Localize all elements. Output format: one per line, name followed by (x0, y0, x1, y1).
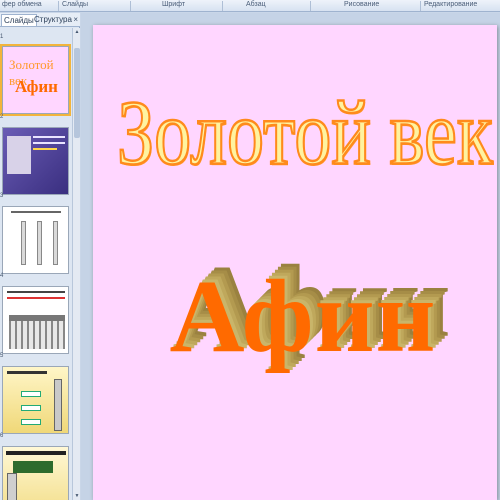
slide-thumbnail-2[interactable] (2, 127, 69, 195)
callout-box (21, 391, 41, 397)
close-icon[interactable]: × (73, 14, 78, 26)
column-image (7, 473, 17, 500)
scroll-down-icon[interactable]: ▼ (74, 493, 80, 499)
thumbnail-title-line2: Афин (15, 77, 58, 96)
tab-outline[interactable]: Структура (32, 14, 74, 26)
text-line (33, 148, 57, 150)
map-image (7, 136, 31, 174)
pane-tabs: Слайды Структура × (0, 13, 80, 27)
slide-number: 2 (0, 114, 4, 120)
ribbon-label-slides: Слайды (62, 1, 89, 8)
ribbon-label-editing: Редактирование (424, 1, 478, 8)
ribbon-separator (58, 1, 59, 11)
text-line (7, 297, 65, 299)
text-line (7, 371, 47, 374)
ribbon-label-font: Шрифт (162, 1, 186, 8)
slide-title-line2[interactable]: Афин (123, 257, 483, 376)
slide-thumbnail-3[interactable] (2, 206, 69, 274)
slide-number: 4 (0, 273, 4, 279)
slide-thumbnail-5[interactable] (2, 366, 69, 434)
text-line (11, 211, 61, 213)
slides-pane: Слайды Структура × 1 Золотой век Афин 2 … (0, 13, 80, 500)
temple-image (9, 315, 65, 349)
column-image (54, 379, 62, 431)
slide-number: 1 (0, 34, 4, 40)
ribbon-separator (130, 1, 131, 11)
text-line (6, 451, 66, 455)
callout-box (21, 405, 41, 411)
scroll-up-icon[interactable]: ▲ (74, 29, 80, 35)
slide-thumbnail-1[interactable]: Золотой век Афин (0, 44, 71, 116)
ribbon-separator (420, 1, 421, 11)
text-line (33, 142, 65, 144)
column-image (37, 221, 42, 265)
slide-thumbnail-4[interactable] (2, 286, 69, 354)
slide-number: 3 (0, 193, 4, 199)
ribbon-label-paragraph: Абзац (246, 1, 266, 8)
slide-number: 5 (0, 353, 4, 359)
slide-title-line1[interactable]: Золотой век (116, 81, 494, 187)
scrollbar-thumb[interactable] (74, 48, 80, 138)
column-image (53, 221, 58, 265)
slide-editing-area: Золотой век Афин (81, 13, 500, 500)
label-box (13, 461, 53, 473)
text-line (33, 136, 65, 138)
callout-box (21, 419, 41, 425)
ribbon-group-labels: фер обмена Слайды Шрифт Абзац Рисование … (0, 0, 500, 12)
slide-number: 6 (0, 433, 4, 439)
ribbon-label-clipboard: фер обмена (2, 1, 42, 8)
column-image (21, 221, 26, 265)
thumbnail-scrollbar[interactable]: ▲ ▼ (72, 28, 80, 500)
ribbon-separator (310, 1, 311, 11)
text-line (7, 291, 65, 293)
current-slide[interactable]: Золотой век Афин (93, 25, 497, 500)
ribbon-separator (222, 1, 223, 11)
ribbon-label-drawing: Рисование (344, 1, 380, 8)
slide-thumbnail-6[interactable] (2, 446, 69, 500)
slide-thumbnail-list: 1 Золотой век Афин 2 3 4 5 6 ▲ ▼ (0, 28, 80, 500)
